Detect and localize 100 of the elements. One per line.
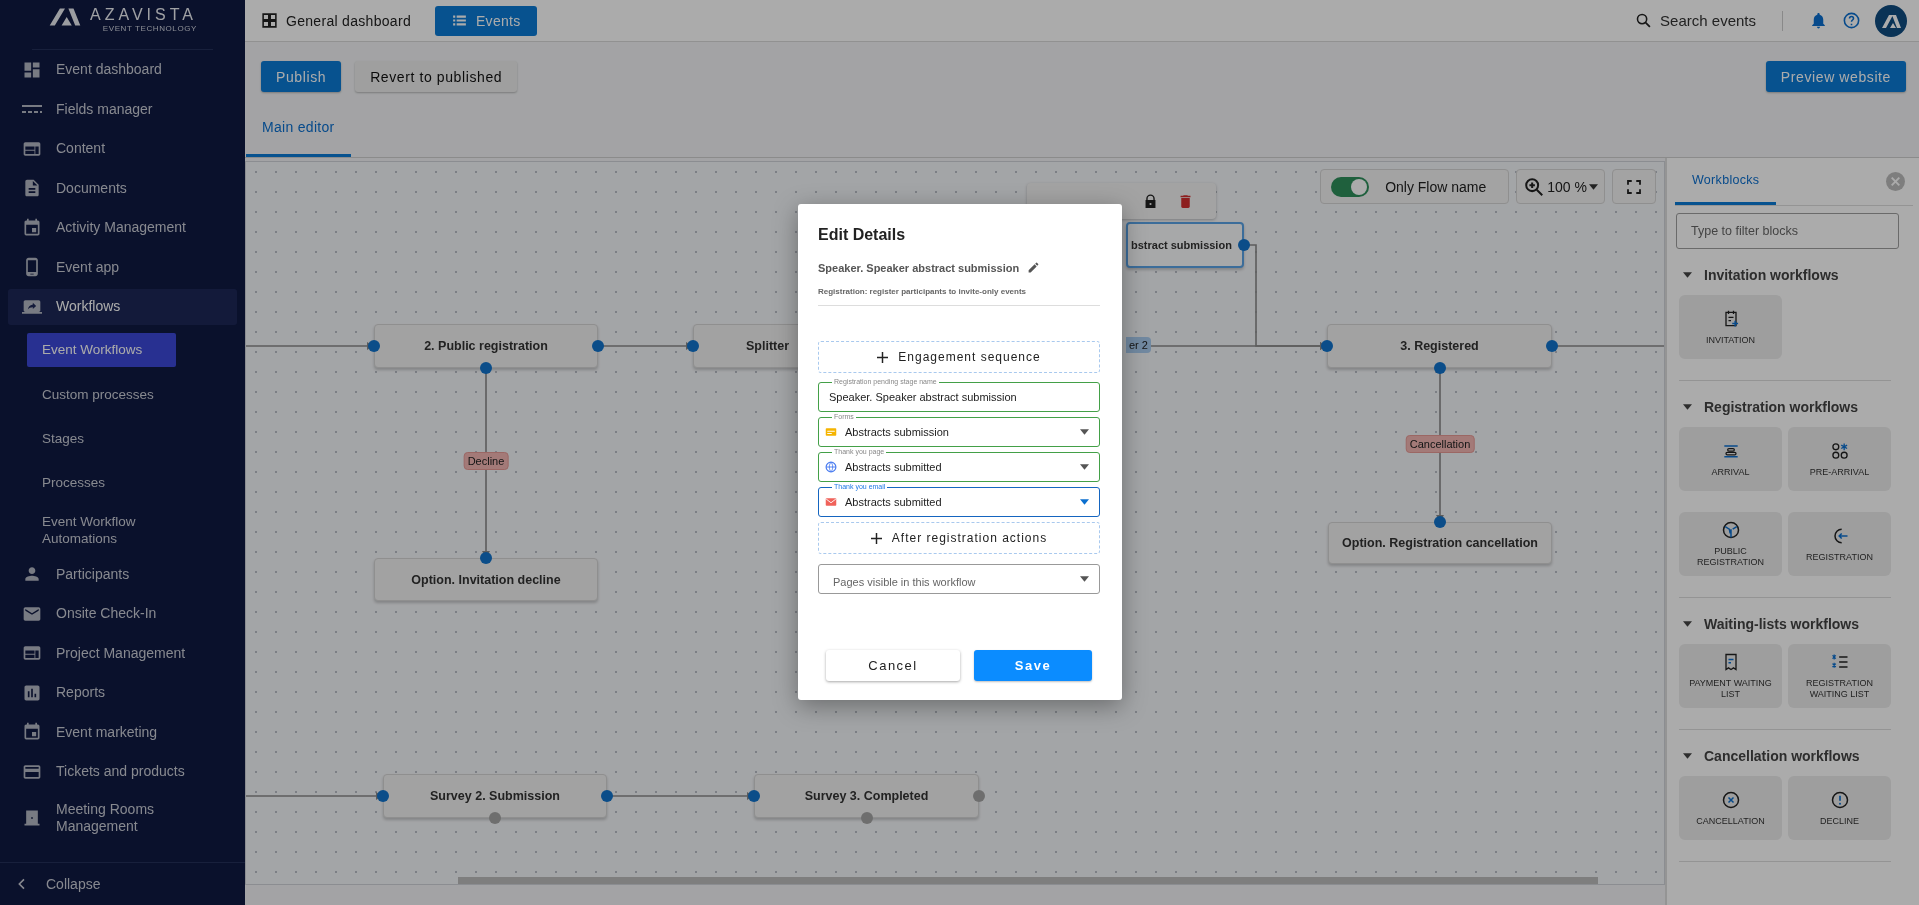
help-icon[interactable] bbox=[1842, 11, 1861, 30]
caret-icon bbox=[1683, 272, 1692, 278]
collapse-button[interactable]: Collapse bbox=[0, 862, 245, 905]
cancel-button[interactable]: Cancel bbox=[826, 650, 960, 681]
section-header[interactable]: Cancellation workflows bbox=[1675, 730, 1895, 776]
stage-name: Speaker. Speaker abstract submission bbox=[818, 261, 1020, 274]
workblock-card[interactable]: CANCELLATION bbox=[1679, 776, 1782, 840]
sidebar-item[interactable]: Project Management bbox=[0, 633, 245, 673]
zoom-in-icon bbox=[1523, 175, 1546, 198]
mail-icon bbox=[825, 496, 837, 508]
port-dot[interactable] bbox=[1321, 340, 1333, 352]
workblock-card[interactable]: PAYMENT WAITING LIST bbox=[1679, 644, 1782, 708]
dropdown-caret-icon bbox=[1080, 499, 1089, 505]
fullscreen-button[interactable] bbox=[1612, 169, 1656, 204]
flow-node[interactable]: bstract submission bbox=[1126, 222, 1244, 268]
scrollbar[interactable] bbox=[458, 877, 1598, 884]
workblock-card[interactable]: PUBLIC REGISTRATION bbox=[1679, 512, 1782, 576]
calendar-icon bbox=[22, 217, 42, 238]
port-dot[interactable] bbox=[368, 340, 380, 352]
publish-button[interactable]: Publish bbox=[261, 61, 342, 92]
sidebar-item[interactable]: Workflows bbox=[8, 289, 237, 325]
brand-name: AZAVISTA bbox=[90, 6, 197, 24]
exclamation-circle-icon bbox=[1829, 789, 1850, 810]
caret-icon bbox=[1683, 753, 1692, 759]
plus-icon bbox=[877, 351, 889, 363]
flow-node[interactable]: Survey 2. Submission bbox=[383, 774, 607, 818]
port-dot[interactable] bbox=[1434, 516, 1446, 528]
sidebar-subitem[interactable]: Event Workflows bbox=[27, 332, 176, 367]
sidebar-subitem[interactable]: Event Workflow Automations bbox=[0, 504, 185, 555]
workblocks-tab[interactable]: Workblocks bbox=[1675, 158, 1777, 205]
section-header[interactable]: Registration workflows bbox=[1675, 381, 1895, 427]
dropdown-caret-icon bbox=[1080, 429, 1089, 435]
sidebar-item[interactable]: Meeting Rooms Management bbox=[0, 791, 245, 844]
sidebar-item[interactable]: Event dashboard bbox=[0, 50, 245, 90]
edge-label[interactable]: er 2 bbox=[1126, 337, 1151, 353]
add-engagement-button[interactable]: Engagement sequence bbox=[818, 341, 1100, 373]
sidebar-item[interactable]: Tickets and products bbox=[0, 752, 245, 792]
zoom-select[interactable]: 100 % bbox=[1516, 169, 1605, 204]
sidebar-subitem[interactable]: Processes bbox=[0, 460, 185, 505]
dashboard-tab[interactable]: General dashboard bbox=[255, 5, 423, 36]
port-dot[interactable] bbox=[687, 340, 699, 352]
circles-icon bbox=[1829, 440, 1850, 461]
form-icon bbox=[825, 426, 837, 438]
section-header[interactable]: Invitation workflows bbox=[1675, 249, 1895, 295]
save-button[interactable]: Save bbox=[974, 650, 1092, 681]
workblock-card[interactable]: REGISTRATION bbox=[1788, 512, 1891, 576]
edge-label[interactable]: Decline bbox=[463, 452, 509, 470]
port-dot[interactable] bbox=[480, 552, 492, 564]
caret-icon bbox=[1683, 404, 1692, 410]
bell-icon[interactable] bbox=[1809, 11, 1828, 30]
sidebar-item[interactable]: Reports bbox=[0, 673, 245, 713]
sidebar-subitem[interactable]: Stages bbox=[0, 416, 185, 461]
flow-name-toggle[interactable]: Only Flow name bbox=[1320, 169, 1510, 204]
globe-icon bbox=[1720, 520, 1741, 540]
sidebar-item[interactable]: Event marketing bbox=[0, 712, 245, 752]
toggle-switch[interactable] bbox=[1331, 176, 1370, 197]
flow-node[interactable]: Survey 3. Completed bbox=[754, 774, 979, 818]
fullscreen-icon bbox=[1625, 177, 1643, 196]
search-icon bbox=[1635, 12, 1653, 29]
sidebar-item[interactable]: Content bbox=[0, 129, 245, 169]
sidebar-item[interactable]: Participants bbox=[0, 554, 245, 594]
preview-website-button[interactable]: Preview website bbox=[1765, 61, 1906, 92]
workblock-card[interactable]: DECLINE bbox=[1788, 776, 1891, 840]
dropdown-caret-icon bbox=[1080, 576, 1089, 582]
plus-icon bbox=[870, 532, 882, 544]
editor-tab[interactable]: Main editor bbox=[246, 100, 351, 157]
sidebar-item[interactable]: Activity Management bbox=[0, 208, 245, 248]
sidebar-item[interactable]: Fields manager bbox=[0, 89, 245, 129]
grid-icon bbox=[261, 12, 278, 29]
edge-label[interactable]: Cancellation bbox=[1405, 435, 1475, 453]
dashes-icon bbox=[22, 105, 42, 114]
flow-node[interactable]: Option. Invitation decline bbox=[374, 558, 598, 601]
section-header[interactable]: Waiting-lists workflows bbox=[1675, 598, 1895, 644]
edit-icon[interactable] bbox=[1027, 261, 1041, 274]
flow-node[interactable]: Option. Registration cancellation bbox=[1328, 522, 1552, 564]
sidebar-subitem[interactable]: Custom processes bbox=[0, 372, 185, 417]
sidebar-item[interactable]: Documents bbox=[0, 168, 245, 208]
flow-node[interactable]: 3. Registered bbox=[1327, 324, 1552, 368]
x-circle-icon bbox=[1720, 789, 1741, 810]
dropdown-caret-icon bbox=[1080, 464, 1089, 470]
select-field[interactable]: Pages visible in this workflow bbox=[818, 564, 1100, 594]
workblock-card[interactable]: REGISTRATION WAITING LIST bbox=[1788, 644, 1891, 708]
search-button[interactable]: Search events bbox=[1635, 12, 1756, 29]
sidebar-item[interactable]: Onsite Check-In bbox=[0, 594, 245, 634]
logo-icon bbox=[48, 6, 82, 28]
document-icon bbox=[22, 178, 42, 199]
caret-icon bbox=[1589, 183, 1598, 190]
flow-node[interactable]: 2. Public registration bbox=[374, 324, 598, 368]
workblock-card[interactable]: INVITATION bbox=[1679, 295, 1782, 359]
avatar[interactable] bbox=[1875, 4, 1907, 37]
port-dot[interactable] bbox=[377, 790, 389, 802]
filter-input[interactable]: Type to filter blocks bbox=[1676, 213, 1899, 249]
sidebar-item[interactable]: Event app bbox=[0, 247, 245, 287]
brand-tagline: EVENT TECHNOLOGY bbox=[102, 24, 197, 33]
workblock-card[interactable]: ARRIVAL bbox=[1679, 427, 1782, 491]
add-actions-button[interactable]: After registration actions bbox=[818, 522, 1100, 554]
events-tab[interactable]: Events bbox=[434, 5, 537, 36]
port-dot[interactable] bbox=[748, 790, 760, 802]
workblock-card[interactable]: PRE-ARRIVAL bbox=[1788, 427, 1891, 491]
revert-button[interactable]: Revert to published bbox=[355, 61, 518, 92]
